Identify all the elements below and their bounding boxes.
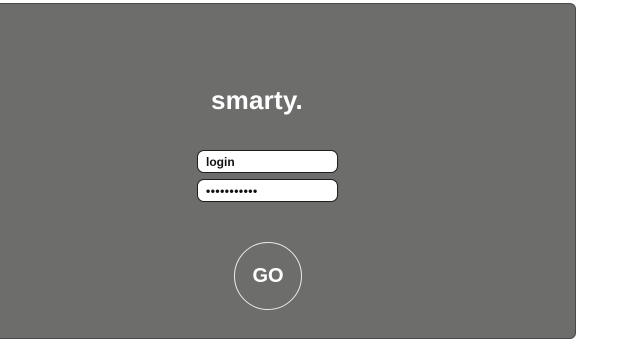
login-input[interactable] <box>197 150 338 173</box>
app-logo: smarty. <box>211 85 303 115</box>
password-input[interactable] <box>197 179 338 202</box>
go-button[interactable]: GO <box>234 242 302 310</box>
login-panel: smarty. GO <box>0 3 576 339</box>
